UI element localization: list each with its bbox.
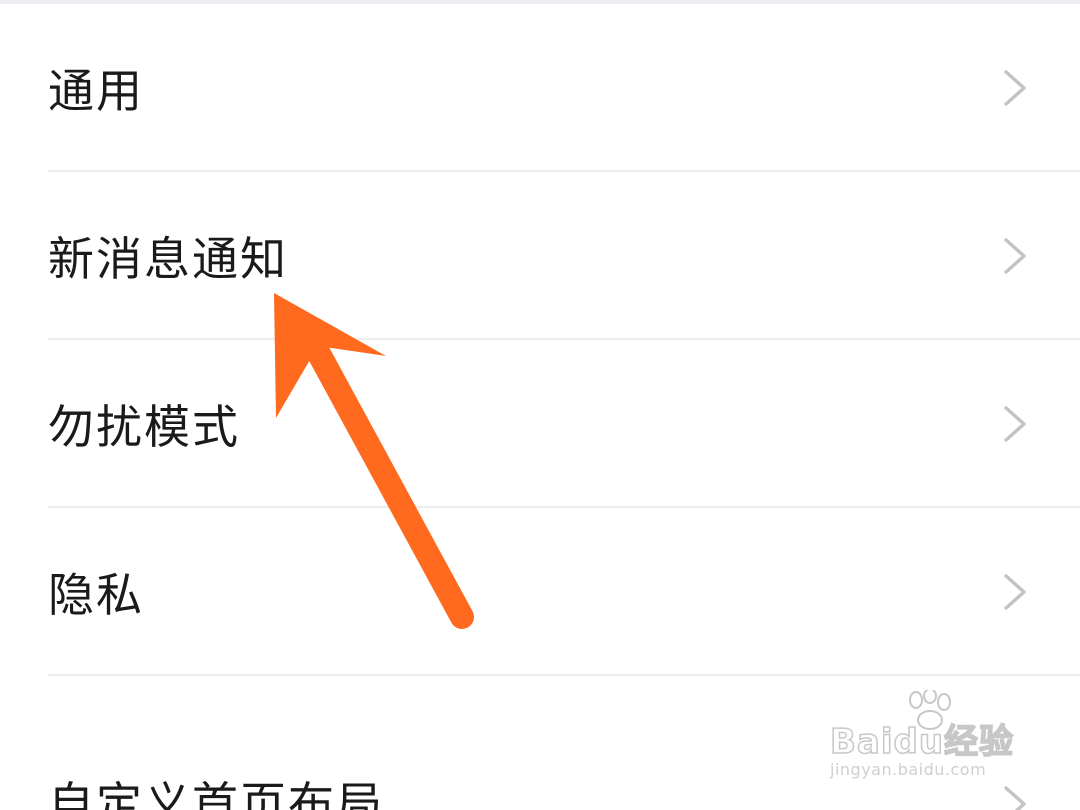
watermark-url: jingyan.baidu.com	[830, 760, 987, 779]
watermark: Baidu经验 jingyan.baidu.com	[826, 690, 1026, 790]
settings-item-label: 隐私	[48, 568, 144, 622]
chevron-right-icon	[1004, 70, 1026, 106]
chevron-right-icon	[1004, 238, 1026, 274]
settings-item-label: 通用	[48, 64, 144, 118]
settings-item-label: 自定义首页布局	[48, 777, 384, 810]
settings-item-new-message-notification[interactable]: 新消息通知	[0, 172, 1080, 340]
watermark-brand: Baidu经验	[829, 721, 1015, 763]
settings-item-general[interactable]: 通用	[0, 4, 1080, 172]
chevron-right-icon	[1004, 406, 1026, 442]
settings-item-label: 新消息通知	[48, 232, 288, 286]
settings-item-do-not-disturb[interactable]: 勿扰模式	[0, 340, 1080, 508]
chevron-right-icon	[1004, 574, 1026, 610]
settings-item-label: 勿扰模式	[48, 400, 240, 454]
settings-item-privacy[interactable]: 隐私	[0, 508, 1080, 676]
